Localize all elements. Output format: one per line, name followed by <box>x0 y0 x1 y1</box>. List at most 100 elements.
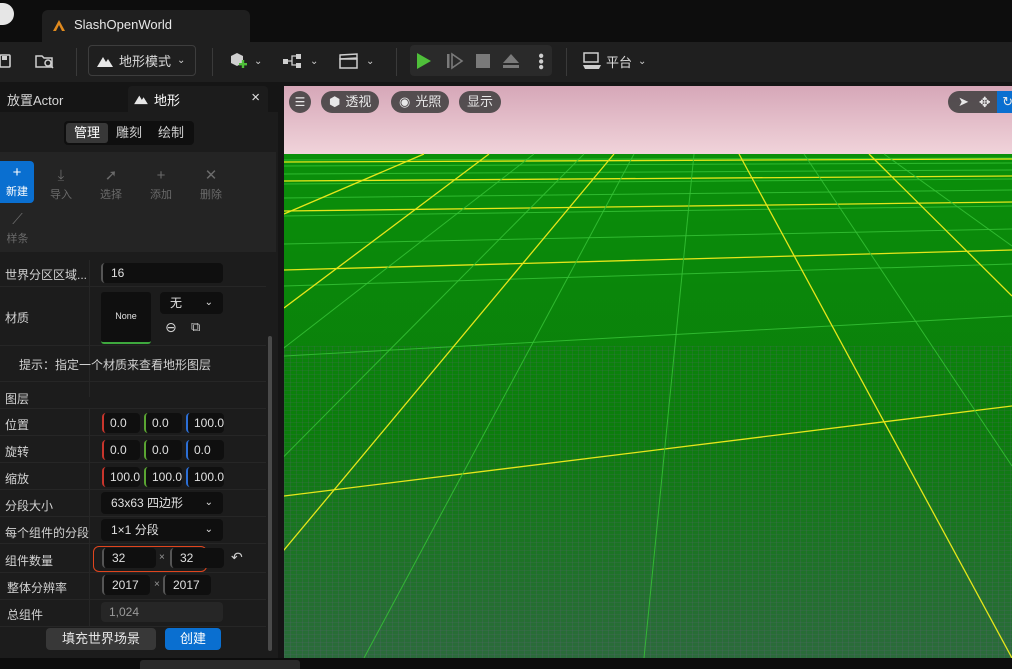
viewport-menu-button[interactable]: ☰ <box>289 91 311 113</box>
rotate-icon[interactable]: ↻ <box>996 91 1012 113</box>
prop-material-label: 材质 <box>5 311 30 325</box>
platforms-dropdown[interactable]: 平台 ⌄ <box>582 46 652 76</box>
play-options-button[interactable]: ••• <box>532 46 549 76</box>
tool-add[interactable]: + 添加 <box>137 164 185 206</box>
prop-component-count-label: 组件数量 <box>5 554 54 568</box>
step-button[interactable] <box>446 46 470 76</box>
material-dropdown[interactable]: 无 ⌄ <box>160 292 223 314</box>
component-count-y-field[interactable]: 32 <box>170 548 224 568</box>
perspective-button[interactable]: ⬢ 透视 <box>321 91 380 113</box>
chevron-down-icon: ⌄ <box>204 524 213 535</box>
tab-place-actor-label: 放置Actor <box>7 92 64 108</box>
prop-location: 位置 0.0 0.0 100.0 <box>0 409 266 436</box>
stop-button[interactable] <box>476 46 496 76</box>
segment-paint[interactable]: 绘制 <box>150 123 192 143</box>
prop-location-label: 位置 <box>5 418 30 432</box>
tool-select[interactable]: ➚ 选择 <box>87 164 135 206</box>
select-cursor-icon[interactable]: ➤ <box>958 91 969 113</box>
play-icon <box>417 53 431 69</box>
platform-label: 平台 <box>606 54 633 70</box>
layers-label: 图层 <box>5 392 30 406</box>
delete-icon: ✕ <box>204 167 218 184</box>
overall-resolution-y-field[interactable]: 2017 <box>163 575 211 595</box>
tool-new[interactable]: + 新建 <box>0 161 34 203</box>
create-button[interactable]: 创建 <box>165 628 221 650</box>
add-actor-button[interactable]: ⌄ <box>228 46 266 76</box>
prop-scale: 缩放 100.0 100.0 100.0 <box>0 463 266 490</box>
hamburger-icon: ☰ <box>294 95 306 109</box>
more-vertical-icon: ••• <box>532 52 549 70</box>
view-mode-button[interactable]: ◉ 光照 <box>391 91 450 113</box>
tool-spline[interactable]: ⟋ 样条 <box>0 208 35 250</box>
location-z-field[interactable]: 100.0 <box>186 413 224 433</box>
scale-x-field[interactable]: 100.0 <box>102 467 140 487</box>
show-button[interactable]: 显示 <box>459 91 502 113</box>
browse-asset-icon[interactable]: ⧉ <box>191 319 200 335</box>
select-icon: ➚ <box>104 167 118 184</box>
panel-scrollbar[interactable] <box>268 336 272 651</box>
material-dropdown-value: 无 <box>170 296 183 310</box>
section-size-value: 63x63 四边形 <box>111 496 184 510</box>
reset-arrow-icon[interactable]: ⊖ <box>165 319 177 336</box>
mode-label: 地形模式 <box>119 54 172 69</box>
tool-delete-label: 删除 <box>200 189 222 201</box>
bottom-drawer-bar <box>0 658 1012 669</box>
component-count-x-field[interactable]: 32 <box>102 548 156 568</box>
rotation-x-field[interactable]: 0.0 <box>102 440 140 460</box>
toolbar-separator <box>76 48 77 76</box>
prop-component-count: 组件数量 32 × 32 ↶ <box>0 544 266 573</box>
location-y-field[interactable]: 0.0 <box>144 413 182 433</box>
level-viewport[interactable]: ☰ ⬢ 透视 ◉ 光照 显示 ➤ ✥ ↻ <box>284 86 1012 658</box>
scale-z-field[interactable]: 100.0 <box>186 467 224 487</box>
panel-tabs: 放置Actor 地形 × <box>0 86 278 112</box>
tool-delete[interactable]: ✕ 删除 <box>187 164 235 206</box>
section-size-dropdown[interactable]: 63x63 四边形 ⌄ <box>101 492 223 514</box>
move-icon[interactable]: ✥ <box>979 91 991 113</box>
toolbar-separator <box>566 48 567 76</box>
segment-manage[interactable]: 管理 <box>66 123 109 143</box>
toolbar-separator <box>212 48 213 76</box>
eject-icon <box>503 54 519 68</box>
prop-section-size-label: 分段大小 <box>5 499 54 513</box>
prop-sections-per-component-label: 每个组件的分段 <box>5 526 90 540</box>
main-toolbar: 地形模式 ⌄ ⌄ ⌄ ⌄ ••• 平台 ⌄ <box>0 42 1012 82</box>
chevron-down-icon: ⌄ <box>310 55 319 67</box>
layers-row: 图层 <box>0 382 266 409</box>
world-partition-field[interactable]: 16 <box>101 263 223 283</box>
overall-resolution-x-field[interactable]: 2017 <box>102 575 150 595</box>
tool-import[interactable]: ⤓ 导入 <box>37 164 85 206</box>
tab-place-actor[interactable]: 放置Actor <box>0 86 126 112</box>
rotation-y-field[interactable]: 0.0 <box>144 440 182 460</box>
rotation-z-field[interactable]: 0.0 <box>186 440 224 460</box>
add-icon: + <box>156 167 166 184</box>
tab-landscape[interactable]: 地形 × <box>128 86 268 112</box>
material-thumbnail[interactable]: None <box>101 292 151 344</box>
eject-button[interactable] <box>502 46 524 76</box>
import-icon: ⤓ <box>57 167 65 184</box>
perspective-label: 透视 <box>345 94 372 109</box>
show-label: 显示 <box>467 94 494 109</box>
chevron-down-icon: ⌄ <box>638 55 647 67</box>
save-button[interactable] <box>0 46 16 76</box>
fill-world-button[interactable]: 填充世界场景 <box>46 628 156 650</box>
blueprint-button[interactable]: ⌄ <box>282 46 320 76</box>
sections-per-component-value: 1×1 分段 <box>111 523 159 537</box>
tool-select-label: 选择 <box>100 189 122 201</box>
close-icon[interactable]: × <box>251 89 260 106</box>
scale-y-field[interactable]: 100.0 <box>144 467 182 487</box>
prop-overall-resolution: 整体分辨率 2017 × 2017 <box>0 573 266 600</box>
mode-dropdown[interactable]: 地形模式 ⌄ <box>88 45 196 76</box>
cinematics-button[interactable]: ⌄ <box>338 46 376 76</box>
drawer-tab[interactable] <box>140 660 300 669</box>
sections-per-component-dropdown[interactable]: 1×1 分段 ⌄ <box>101 519 223 541</box>
segment-sculpt[interactable]: 雕刻 <box>108 123 150 143</box>
tool-grid: + 新建 ⤓ 导入 ➚ 选择 + 添加 ✕ 删除 ⟋ 样条 <box>0 152 276 252</box>
reset-to-default-icon[interactable]: ↶ <box>231 549 243 566</box>
unreal-logo-icon[interactable] <box>0 3 14 25</box>
play-button[interactable] <box>416 46 440 76</box>
material-thumbnail-text: None <box>115 311 137 321</box>
folder-search-icon <box>35 55 54 69</box>
location-x-field[interactable]: 0.0 <box>102 413 140 433</box>
level-tab[interactable]: SlashOpenWorld <box>42 10 250 42</box>
content-browser-button[interactable] <box>34 46 58 76</box>
